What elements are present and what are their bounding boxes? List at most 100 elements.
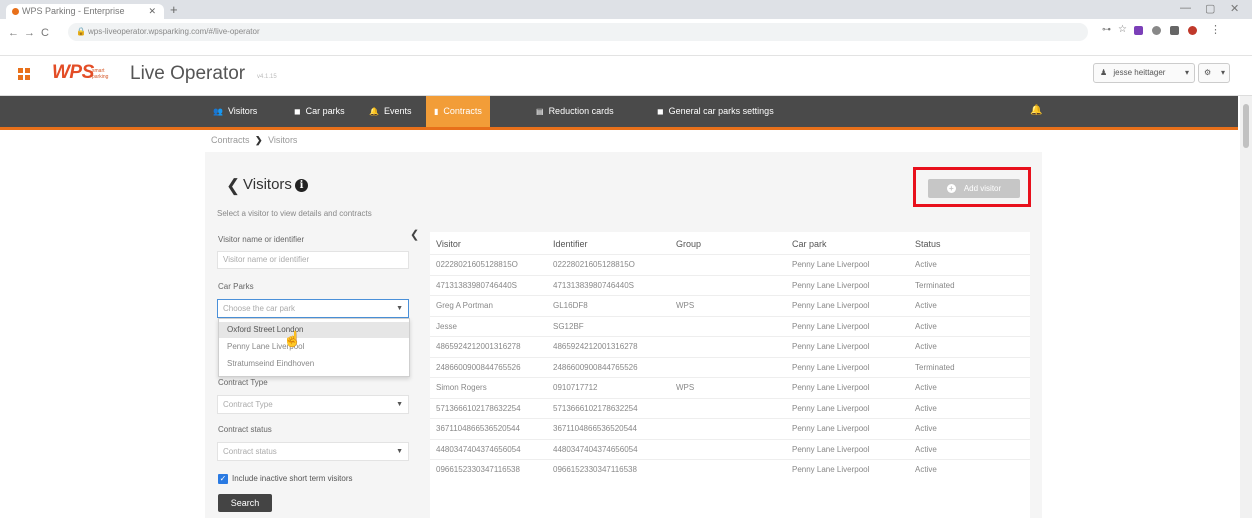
- page-title: Visitors: [243, 176, 292, 193]
- page-hint: Select a visitor to view details and con…: [217, 209, 372, 218]
- table-row[interactable]: 4480347404374656054 4480347404374656054 Pe…: [430, 438, 1030, 460]
- table-cell: 5713666102178632254: [436, 403, 521, 413]
- page-scrollbar[interactable]: [1240, 96, 1252, 518]
- nav-general-settings[interactable]: ◼ General car parks settings: [657, 96, 774, 127]
- contract-type-label: Contract Type: [218, 378, 268, 387]
- close-tab-icon[interactable]: ✕: [148, 4, 156, 19]
- favicon-icon: [12, 8, 19, 15]
- extension-icon[interactable]: [1152, 26, 1161, 35]
- mouse-cursor-icon: ☝: [283, 331, 302, 348]
- star-icon[interactable]: ☆: [1118, 24, 1127, 35]
- app-version: v4.1.15: [257, 74, 277, 80]
- carpark-option[interactable]: Oxford Street London: [219, 322, 409, 338]
- table-cell: 3671104866536520544: [436, 424, 520, 433]
- contract-status-select[interactable]: Contract status ▼: [217, 442, 409, 461]
- include-inactive-label: Include inactive short term visitors: [232, 474, 353, 483]
- minimize-icon[interactable]: —: [1180, 2, 1191, 14]
- table-cell: Simon Rogers: [436, 383, 487, 392]
- table-row[interactable]: 47131383980746440S 47131383980746440S Penn…: [430, 274, 1030, 296]
- table-cell: Active: [915, 260, 937, 269]
- table-cell: 4480347404374656054: [436, 444, 521, 454]
- menu-kebab-icon[interactable]: ⋮: [1210, 23, 1221, 36]
- breadcrumb-separator-icon: ❯: [255, 135, 263, 145]
- nav-label: Contracts: [443, 106, 482, 116]
- table-row[interactable]: 02228021605128815O 02228021605128815O Penn…: [430, 254, 1030, 275]
- extension-icon[interactable]: [1134, 26, 1143, 35]
- table-cell: Terminated: [915, 280, 955, 290]
- table-cell: Active: [915, 444, 937, 454]
- notifications-bell-icon[interactable]: 🔔: [1030, 105, 1042, 116]
- table-cell: Penny Lane Liverpool: [792, 424, 870, 433]
- browser-tabstrip: WPS Parking - Enterprise ✕ + — ▢ ✕: [0, 0, 1252, 19]
- car-park-icon: ◼: [294, 107, 301, 116]
- browser-tab-title: WPS Parking - Enterprise: [22, 6, 125, 16]
- table-row[interactable]: 4865924212001316278 4865924212001316278 Pe…: [430, 336, 1030, 357]
- table-row[interactable]: 2486600900844765526 2486600900844765526 Pe…: [430, 356, 1030, 378]
- column-header[interactable]: Visitor: [436, 239, 461, 249]
- nav-reduction-cards[interactable]: ▤ Reduction cards: [536, 96, 614, 127]
- new-tab-icon[interactable]: +: [170, 2, 178, 17]
- user-icon: ♟: [1100, 68, 1108, 77]
- nav-label: Visitors: [227, 106, 258, 116]
- carpark-option[interactable]: Stratumseind Eindhoven: [219, 356, 409, 372]
- column-header[interactable]: Group: [676, 239, 701, 249]
- collapse-filters-icon[interactable]: ❮: [410, 228, 419, 241]
- settings-menu[interactable]: ⚙ ▾: [1198, 63, 1230, 83]
- search-button[interactable]: Search: [218, 494, 272, 512]
- contract-type-select[interactable]: Contract Type ▼: [217, 395, 409, 414]
- table-cell: WPS: [676, 383, 695, 392]
- table-row[interactable]: Jesse SG12BF Penny Lane Liverpool Active: [430, 315, 1030, 337]
- table-row[interactable]: 5713666102178632254 5713666102178632254 Pe…: [430, 397, 1030, 419]
- grid-menu-icon[interactable]: [18, 68, 30, 80]
- user-menu[interactable]: ♟ jesse heittager ▾: [1093, 63, 1195, 83]
- table-cell: Active: [915, 342, 937, 351]
- forward-icon[interactable]: →: [24, 27, 35, 39]
- table-cell: 02228021605128815O: [553, 260, 635, 269]
- include-inactive-checkbox[interactable]: ✓: [218, 474, 228, 484]
- table-cell: 0910717712: [553, 383, 598, 392]
- scrollbar-thumb[interactable]: [1243, 104, 1249, 148]
- carpark-select[interactable]: Choose the car park ▼: [217, 299, 409, 318]
- bell-icon: 🔔: [369, 107, 379, 116]
- table-cell: Active: [915, 321, 937, 331]
- maximize-icon[interactable]: ▢: [1205, 2, 1215, 15]
- wps-logo-tagline: smart parking: [92, 68, 109, 80]
- table-cell: 2486600900844765526: [436, 362, 521, 372]
- column-header[interactable]: Car park: [792, 239, 827, 249]
- column-header[interactable]: Identifier: [553, 239, 588, 249]
- back-chevron-icon[interactable]: ❮: [226, 176, 240, 196]
- browser-tab[interactable]: WPS Parking - Enterprise ✕: [6, 4, 164, 19]
- back-icon[interactable]: ←: [8, 27, 19, 39]
- chevron-down-icon: ▾: [1184, 68, 1189, 77]
- visitor-search-input[interactable]: Visitor name or identifier: [217, 251, 409, 269]
- highlight-box: [913, 167, 1031, 207]
- table-cell: Penny Lane Liverpool: [792, 321, 870, 331]
- profile-avatar[interactable]: [1188, 26, 1197, 35]
- info-icon[interactable]: i: [295, 179, 308, 192]
- carparks-label: Car Parks: [218, 282, 254, 291]
- table-row[interactable]: 3671104866536520544 3671104866536520544 Pe…: [430, 418, 1030, 439]
- extensions-puzzle-icon[interactable]: [1170, 26, 1179, 35]
- table-row[interactable]: Simon Rogers 0910717712 WPS Penny Lane Live…: [430, 377, 1030, 398]
- card-icon: ▤: [536, 107, 544, 116]
- key-icon[interactable]: ⊶: [1102, 24, 1111, 35]
- table-row[interactable]: 0966152330347116538 0966152330347116538 Pe…: [430, 459, 1030, 480]
- carpark-option[interactable]: Penny Lane Liverpool: [219, 339, 409, 355]
- table-cell: Penny Lane Liverpool: [792, 403, 870, 413]
- close-window-icon[interactable]: ✕: [1230, 2, 1239, 15]
- column-header[interactable]: Status: [915, 239, 941, 249]
- table-cell: Penny Lane Liverpool: [792, 280, 870, 290]
- nav-contracts[interactable]: ▮ Contracts: [426, 96, 490, 127]
- nav-car-parks[interactable]: ◼ Car parks: [294, 96, 345, 127]
- main-nav: 👥 Visitors ◼ Car parks 🔔 Events ▮ Contracts …: [0, 96, 1238, 130]
- nav-visitors[interactable]: 👥 Visitors: [213, 96, 257, 127]
- reload-icon[interactable]: C: [41, 27, 49, 39]
- breadcrumb-contracts[interactable]: Contracts: [211, 135, 250, 145]
- nav-events[interactable]: 🔔 Events: [369, 96, 411, 127]
- table-row[interactable]: Greg A Portman GL16DF8 WPS Penny Lane Liver…: [430, 295, 1030, 316]
- address-bar[interactable]: 🔒 wps-liveoperator.wpsparking.com/#/live…: [68, 23, 1088, 41]
- table-cell: Jesse: [436, 321, 457, 331]
- table-cell: Active: [915, 383, 937, 392]
- contract-icon: ▮: [434, 107, 439, 116]
- nav-label: General car parks settings: [668, 106, 774, 116]
